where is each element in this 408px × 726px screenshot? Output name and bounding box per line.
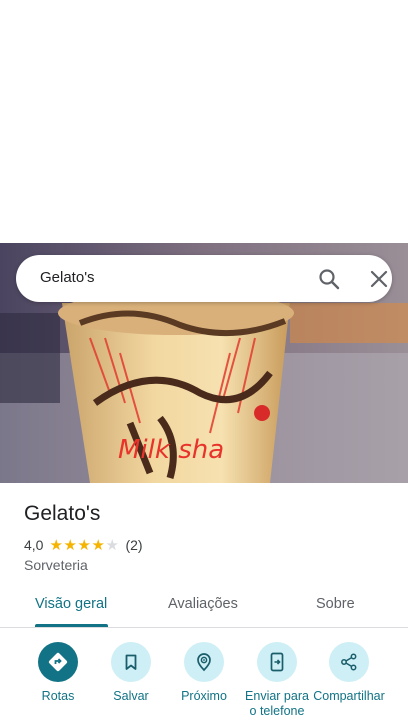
search-bar[interactable]: Gelato's bbox=[16, 255, 392, 302]
tab-overview[interactable]: Visão geral bbox=[35, 596, 107, 612]
active-tab-indicator bbox=[35, 624, 108, 627]
rating-row[interactable]: 4,0 ★ ★ ★ ★ ★ (2) bbox=[24, 536, 143, 554]
share-icon bbox=[341, 653, 357, 671]
review-count[interactable]: (2) bbox=[125, 537, 142, 553]
directions-icon bbox=[48, 652, 68, 672]
star-icon: ★ bbox=[49, 536, 63, 554]
send-to-phone-icon bbox=[270, 652, 284, 672]
nearby-label: Próximo bbox=[181, 689, 227, 703]
tab-bar: Visão geral Avaliações Sobre bbox=[0, 585, 408, 628]
close-icon[interactable] bbox=[368, 268, 390, 290]
save-button[interactable]: Salvar bbox=[95, 642, 167, 704]
rating-value: 4,0 bbox=[24, 537, 44, 553]
map-area[interactable] bbox=[0, 0, 408, 243]
place-title: Gelato's bbox=[24, 502, 101, 525]
save-button-circle bbox=[111, 642, 151, 682]
place-category: Sorveteria bbox=[24, 557, 88, 573]
search-icon[interactable] bbox=[317, 267, 341, 291]
star-icon: ★ bbox=[63, 536, 77, 554]
star-icon: ★ bbox=[91, 536, 105, 554]
save-label: Salvar bbox=[113, 689, 149, 703]
share-label: Compartilhar bbox=[313, 689, 385, 703]
send-to-phone-button[interactable]: Enviar para o telefone bbox=[241, 642, 313, 719]
rating-stars: ★ ★ ★ ★ ★ bbox=[49, 538, 119, 553]
tab-reviews[interactable]: Avaliações bbox=[168, 596, 238, 612]
nearby-icon bbox=[197, 653, 211, 672]
send-to-phone-label: Enviar para o telefone bbox=[245, 689, 309, 718]
bookmark-icon bbox=[125, 654, 137, 670]
star-empty-icon: ★ bbox=[105, 536, 119, 554]
svg-text:Milk sha: Milk sha bbox=[118, 435, 224, 465]
directions-button[interactable]: Rotas bbox=[22, 642, 94, 704]
tab-about[interactable]: Sobre bbox=[316, 596, 355, 612]
share-button-circle bbox=[329, 642, 369, 682]
directions-label: Rotas bbox=[41, 689, 75, 703]
search-input[interactable]: Gelato's bbox=[40, 269, 95, 286]
screen: Milk sha Gelato's Gelato's 4,0 ★ ★ ★ ★ ★… bbox=[0, 0, 408, 726]
nearby-button[interactable]: Próximo bbox=[168, 642, 240, 704]
star-icon: ★ bbox=[77, 536, 91, 554]
directions-button-circle bbox=[38, 642, 78, 682]
share-button[interactable]: Compartilhar bbox=[313, 642, 385, 704]
nearby-button-circle bbox=[184, 642, 224, 682]
send-to-phone-button-circle bbox=[257, 642, 297, 682]
